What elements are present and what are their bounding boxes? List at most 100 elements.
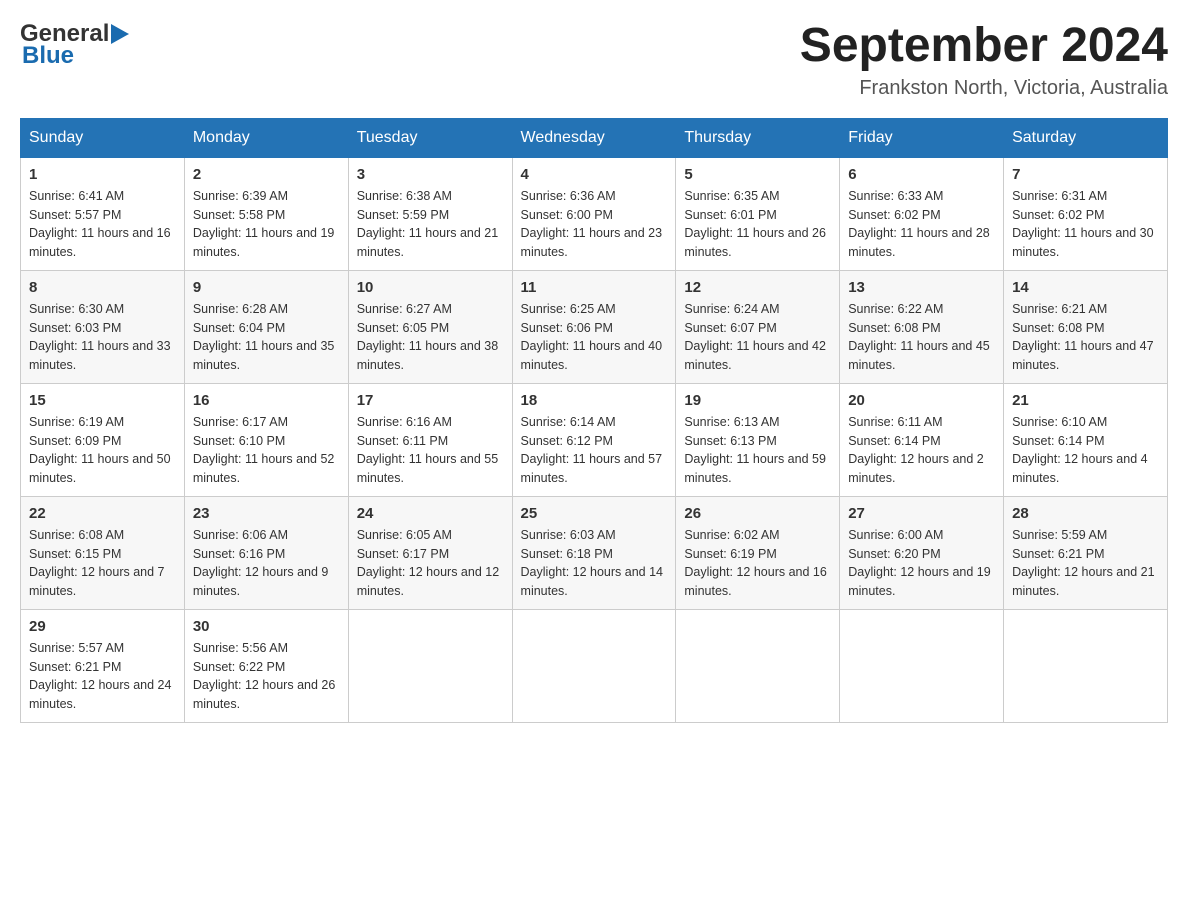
day-info: Sunrise: 6:33 AMSunset: 6:02 PMDaylight:… — [848, 187, 995, 262]
header-wednesday: Wednesday — [512, 118, 676, 157]
day-number: 25 — [521, 505, 668, 522]
day-number: 6 — [848, 166, 995, 183]
table-row: 4 Sunrise: 6:36 AMSunset: 6:00 PMDayligh… — [512, 157, 676, 270]
table-row — [840, 609, 1004, 722]
day-number: 17 — [357, 392, 504, 409]
day-info: Sunrise: 6:22 AMSunset: 6:08 PMDaylight:… — [848, 300, 995, 375]
table-row — [512, 609, 676, 722]
day-info: Sunrise: 5:59 AMSunset: 6:21 PMDaylight:… — [1012, 526, 1159, 601]
day-number: 22 — [29, 505, 176, 522]
day-number: 29 — [29, 618, 176, 635]
table-row: 29 Sunrise: 5:57 AMSunset: 6:21 PMDaylig… — [21, 609, 185, 722]
logo-arrow-icon — [111, 24, 129, 44]
day-number: 14 — [1012, 279, 1159, 296]
day-number: 21 — [1012, 392, 1159, 409]
day-info: Sunrise: 6:03 AMSunset: 6:18 PMDaylight:… — [521, 526, 668, 601]
day-number: 1 — [29, 166, 176, 183]
table-row: 14 Sunrise: 6:21 AMSunset: 6:08 PMDaylig… — [1004, 270, 1168, 383]
table-row: 27 Sunrise: 6:00 AMSunset: 6:20 PMDaylig… — [840, 496, 1004, 609]
day-info: Sunrise: 6:13 AMSunset: 6:13 PMDaylight:… — [684, 413, 831, 488]
day-info: Sunrise: 6:05 AMSunset: 6:17 PMDaylight:… — [357, 526, 504, 601]
table-row: 15 Sunrise: 6:19 AMSunset: 6:09 PMDaylig… — [21, 383, 185, 496]
logo-blue-text: Blue — [22, 42, 129, 70]
page-header: General Blue September 2024 Frankston No… — [20, 20, 1168, 100]
day-info: Sunrise: 6:19 AMSunset: 6:09 PMDaylight:… — [29, 413, 176, 488]
header-friday: Friday — [840, 118, 1004, 157]
header-saturday: Saturday — [1004, 118, 1168, 157]
table-row — [348, 609, 512, 722]
title-block: September 2024 Frankston North, Victoria… — [800, 20, 1168, 100]
table-row: 5 Sunrise: 6:35 AMSunset: 6:01 PMDayligh… — [676, 157, 840, 270]
table-row: 22 Sunrise: 6:08 AMSunset: 6:15 PMDaylig… — [21, 496, 185, 609]
day-info: Sunrise: 6:21 AMSunset: 6:08 PMDaylight:… — [1012, 300, 1159, 375]
day-info: Sunrise: 6:24 AMSunset: 6:07 PMDaylight:… — [684, 300, 831, 375]
table-row: 21 Sunrise: 6:10 AMSunset: 6:14 PMDaylig… — [1004, 383, 1168, 496]
day-number: 2 — [193, 166, 340, 183]
day-number: 7 — [1012, 166, 1159, 183]
day-number: 12 — [684, 279, 831, 296]
day-number: 18 — [521, 392, 668, 409]
day-number: 26 — [684, 505, 831, 522]
logo: General Blue — [20, 20, 129, 70]
table-row — [1004, 609, 1168, 722]
calendar-week-row: 29 Sunrise: 5:57 AMSunset: 6:21 PMDaylig… — [21, 609, 1168, 722]
table-row: 9 Sunrise: 6:28 AMSunset: 6:04 PMDayligh… — [184, 270, 348, 383]
day-number: 16 — [193, 392, 340, 409]
table-row: 6 Sunrise: 6:33 AMSunset: 6:02 PMDayligh… — [840, 157, 1004, 270]
header-monday: Monday — [184, 118, 348, 157]
day-number: 28 — [1012, 505, 1159, 522]
day-info: Sunrise: 5:56 AMSunset: 6:22 PMDaylight:… — [193, 639, 340, 714]
table-row: 28 Sunrise: 5:59 AMSunset: 6:21 PMDaylig… — [1004, 496, 1168, 609]
day-number: 8 — [29, 279, 176, 296]
day-info: Sunrise: 5:57 AMSunset: 6:21 PMDaylight:… — [29, 639, 176, 714]
day-number: 13 — [848, 279, 995, 296]
day-number: 9 — [193, 279, 340, 296]
table-row: 7 Sunrise: 6:31 AMSunset: 6:02 PMDayligh… — [1004, 157, 1168, 270]
day-number: 30 — [193, 618, 340, 635]
table-row: 18 Sunrise: 6:14 AMSunset: 6:12 PMDaylig… — [512, 383, 676, 496]
day-number: 19 — [684, 392, 831, 409]
day-number: 15 — [29, 392, 176, 409]
table-row: 3 Sunrise: 6:38 AMSunset: 5:59 PMDayligh… — [348, 157, 512, 270]
month-title: September 2024 — [800, 20, 1168, 73]
table-row — [676, 609, 840, 722]
table-row: 12 Sunrise: 6:24 AMSunset: 6:07 PMDaylig… — [676, 270, 840, 383]
day-number: 10 — [357, 279, 504, 296]
day-info: Sunrise: 6:25 AMSunset: 6:06 PMDaylight:… — [521, 300, 668, 375]
day-number: 24 — [357, 505, 504, 522]
day-info: Sunrise: 6:39 AMSunset: 5:58 PMDaylight:… — [193, 187, 340, 262]
day-info: Sunrise: 6:27 AMSunset: 6:05 PMDaylight:… — [357, 300, 504, 375]
day-number: 23 — [193, 505, 340, 522]
table-row: 13 Sunrise: 6:22 AMSunset: 6:08 PMDaylig… — [840, 270, 1004, 383]
day-number: 11 — [521, 279, 668, 296]
table-row: 1 Sunrise: 6:41 AMSunset: 5:57 PMDayligh… — [21, 157, 185, 270]
day-info: Sunrise: 6:38 AMSunset: 5:59 PMDaylight:… — [357, 187, 504, 262]
header-thursday: Thursday — [676, 118, 840, 157]
day-info: Sunrise: 6:16 AMSunset: 6:11 PMDaylight:… — [357, 413, 504, 488]
calendar-week-row: 1 Sunrise: 6:41 AMSunset: 5:57 PMDayligh… — [21, 157, 1168, 270]
day-info: Sunrise: 6:11 AMSunset: 6:14 PMDaylight:… — [848, 413, 995, 488]
table-row: 8 Sunrise: 6:30 AMSunset: 6:03 PMDayligh… — [21, 270, 185, 383]
table-row: 19 Sunrise: 6:13 AMSunset: 6:13 PMDaylig… — [676, 383, 840, 496]
table-row: 17 Sunrise: 6:16 AMSunset: 6:11 PMDaylig… — [348, 383, 512, 496]
day-info: Sunrise: 6:06 AMSunset: 6:16 PMDaylight:… — [193, 526, 340, 601]
day-info: Sunrise: 6:10 AMSunset: 6:14 PMDaylight:… — [1012, 413, 1159, 488]
table-row: 24 Sunrise: 6:05 AMSunset: 6:17 PMDaylig… — [348, 496, 512, 609]
table-row: 16 Sunrise: 6:17 AMSunset: 6:10 PMDaylig… — [184, 383, 348, 496]
header-sunday: Sunday — [21, 118, 185, 157]
day-info: Sunrise: 6:08 AMSunset: 6:15 PMDaylight:… — [29, 526, 176, 601]
table-row: 30 Sunrise: 5:56 AMSunset: 6:22 PMDaylig… — [184, 609, 348, 722]
table-row: 2 Sunrise: 6:39 AMSunset: 5:58 PMDayligh… — [184, 157, 348, 270]
day-info: Sunrise: 6:35 AMSunset: 6:01 PMDaylight:… — [684, 187, 831, 262]
day-info: Sunrise: 6:31 AMSunset: 6:02 PMDaylight:… — [1012, 187, 1159, 262]
location-title: Frankston North, Victoria, Australia — [800, 77, 1168, 100]
table-row: 20 Sunrise: 6:11 AMSunset: 6:14 PMDaylig… — [840, 383, 1004, 496]
day-info: Sunrise: 6:02 AMSunset: 6:19 PMDaylight:… — [684, 526, 831, 601]
day-number: 4 — [521, 166, 668, 183]
day-number: 27 — [848, 505, 995, 522]
day-info: Sunrise: 6:17 AMSunset: 6:10 PMDaylight:… — [193, 413, 340, 488]
calendar-table: Sunday Monday Tuesday Wednesday Thursday… — [20, 118, 1168, 723]
day-info: Sunrise: 6:00 AMSunset: 6:20 PMDaylight:… — [848, 526, 995, 601]
table-row: 25 Sunrise: 6:03 AMSunset: 6:18 PMDaylig… — [512, 496, 676, 609]
table-row: 26 Sunrise: 6:02 AMSunset: 6:19 PMDaylig… — [676, 496, 840, 609]
